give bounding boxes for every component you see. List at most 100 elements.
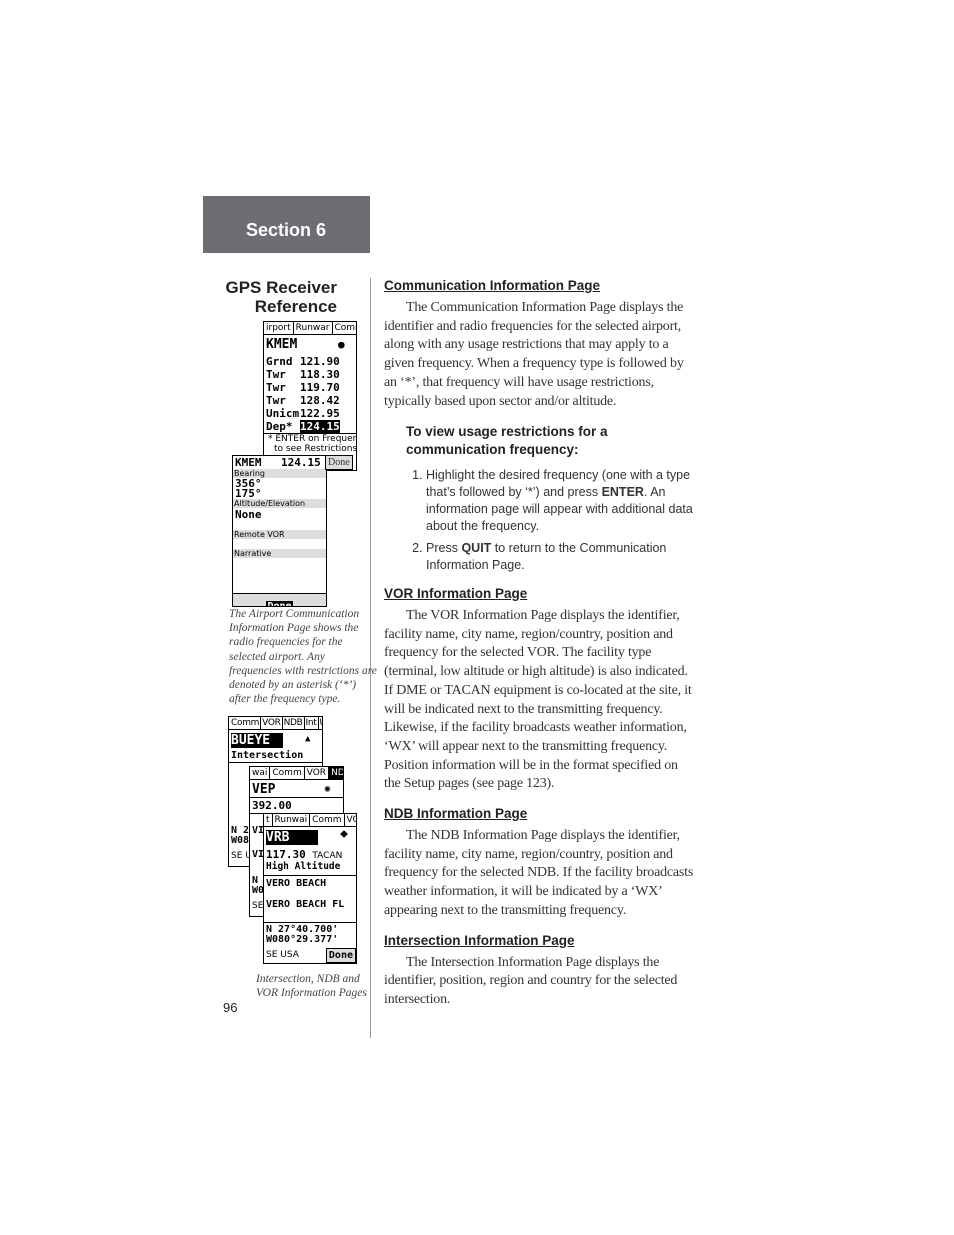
remote-vor-label: Remote VOR	[233, 530, 326, 539]
heading-vor: VOR Information Page	[384, 586, 528, 601]
caption-line: Information Page shows the	[229, 622, 359, 635]
tab[interactable]: t	[264, 814, 273, 826]
caption-line: frequencies with restrictions are	[229, 664, 377, 677]
tab[interactable]: U	[319, 717, 323, 729]
side-title-line: Reference	[254, 297, 337, 316]
tab[interactable]: irport	[264, 322, 294, 334]
key-name: ENTER	[601, 485, 644, 500]
triangle-up-icon: ▲	[305, 734, 311, 744]
caption-line: VOR Information Pages	[256, 987, 367, 1000]
region: SE USA	[266, 950, 299, 960]
tab[interactable]: Comm	[332, 322, 356, 334]
airport-id: KMEM	[235, 456, 262, 469]
frequency-row[interactable]: Twr 119.70	[266, 381, 340, 394]
body-ndb: The NDB Information Page displays the id…	[384, 828, 694, 918]
tab[interactable]: Comm	[270, 767, 305, 779]
frequency-value: 124.15	[300, 420, 340, 433]
screen-tabs: tRunwaiCommVORI	[264, 814, 356, 827]
frequency-row[interactable]: Unicm122.95	[266, 407, 340, 420]
ndb-symbol-icon: ✺	[324, 782, 331, 795]
tab-int[interactable]: Int	[304, 717, 319, 729]
frequency-type: Twr	[266, 394, 286, 407]
longitude: W080°29.377'	[266, 934, 339, 945]
frequency-row[interactable]: Dep* 124.15	[266, 420, 340, 433]
caption-line: selected airport. Any	[229, 650, 325, 663]
facility-class: High Altitude	[266, 861, 341, 872]
tab[interactable]: VOR	[305, 767, 330, 779]
narrative-label: Narrative	[233, 549, 326, 558]
caption-line: denoted by an asterisk (‘*’)	[229, 679, 357, 692]
tab[interactable]: VOR	[261, 717, 283, 729]
heading-intersection: Intersection Information Page	[384, 932, 575, 948]
step-text: Press	[426, 541, 462, 556]
screen-tabs: irportRunwarCommV	[264, 322, 356, 335]
manual-page: Section 6 GPS Receiver Reference irport Ru…	[0, 0, 954, 1235]
section-tab: Section 6	[203, 196, 370, 253]
tab[interactable]: NDB	[283, 717, 305, 729]
body-vor: The VOR Information Page displays the id…	[384, 608, 692, 792]
body-intersection: The Intersection Information Page displa…	[384, 954, 678, 1007]
comm-info-screen: irportRunwarCommV KMEM ● Grnd 121.90 Twr 11…	[263, 321, 357, 471]
equipment: TACAN	[312, 851, 343, 861]
frequency: 117.30	[266, 848, 306, 861]
done-button[interactable]: Done	[325, 948, 356, 963]
frequency-type: Grnd	[266, 355, 293, 368]
frequency-row[interactable]: Grnd 121.90	[266, 355, 340, 368]
waypoint-type: Intersection	[231, 750, 304, 761]
caption-int: Intersection, NDB and VOR Information Pag…	[256, 972, 367, 1000]
frequency-value: 118.30	[300, 368, 340, 381]
done-bar: Done	[233, 593, 326, 606]
frequency-type: Twr	[266, 381, 286, 394]
frequency-type: Unicm	[266, 407, 300, 420]
city-name: VERO BEACH FL	[266, 899, 345, 910]
frequency-type: Twr	[266, 368, 286, 381]
main-column: Communication Information Page The Commu…	[384, 278, 696, 1022]
airport-id: KMEM	[266, 337, 298, 352]
frequency-value: 128.42	[300, 394, 340, 407]
frequency-type: Dep*	[266, 420, 293, 433]
frequency-value: 121.90	[300, 355, 340, 368]
tab[interactable]: Runwai	[273, 814, 311, 826]
tab[interactable]: Comm	[230, 717, 262, 729]
frequency: 124.15	[281, 456, 321, 469]
screen-tabs: waiCommVORNDBI	[250, 767, 343, 780]
heading-ndb: NDB Information Page	[384, 806, 528, 822]
key-name: QUIT	[461, 541, 492, 556]
procedure-steps: Highlight the desired frequency (one wit…	[384, 467, 696, 574]
body-comm: The Communication Information Page displ…	[384, 300, 684, 409]
caption-line: The Airport Communication	[229, 608, 360, 620]
vor-symbol-icon: ⯁	[340, 830, 348, 841]
frequency-line: 117.30 TACAN	[266, 848, 342, 861]
caption-line: after the frequency type.	[229, 693, 341, 706]
caption-comm: The Airport Communication Information Pag…	[229, 607, 377, 706]
footer-hint: to see Restrictions	[274, 444, 357, 454]
procedure-title: To view usage restrictions for a communi…	[406, 424, 608, 458]
tab[interactable]: VOR	[344, 814, 356, 826]
frequency: 392.00	[252, 799, 292, 812]
frequency-row[interactable]: Twr 118.30	[266, 368, 340, 381]
step: Highlight the desired frequency (one wit…	[426, 467, 696, 534]
tab[interactable]: NDB	[329, 767, 343, 779]
step: Press QUIT to return to the Communicatio…	[426, 540, 696, 574]
caption-line: Intersection, NDB and	[256, 973, 360, 985]
page-number: 96	[223, 1000, 238, 1015]
longitude: W08	[231, 835, 250, 846]
side-title: GPS Receiver Reference	[212, 278, 337, 316]
facility-name: VERO BEACH	[266, 878, 327, 889]
altitude-label: Altitude/Elevation	[233, 499, 326, 508]
info-icon: ●	[338, 338, 345, 351]
tab[interactable]: Comm	[310, 814, 345, 826]
intersection-id: BUEYE	[231, 733, 283, 748]
tab[interactable]: Runwar	[294, 322, 333, 334]
caption-line: radio frequencies for the	[229, 636, 343, 649]
frequency-value: 119.70	[300, 381, 340, 394]
region: SE	[252, 901, 264, 911]
frequency-row[interactable]: Twr 128.42	[266, 394, 340, 407]
tab[interactable]: wai	[250, 767, 271, 779]
section-label: Section 6	[246, 220, 327, 240]
altitude-value: None	[235, 508, 262, 521]
vor-id: VRB	[266, 830, 318, 845]
done-button[interactable]: Done	[325, 455, 353, 470]
frequency-value: 122.95	[300, 407, 340, 420]
screen-tabs: CommVORNDBIntU	[229, 717, 322, 730]
